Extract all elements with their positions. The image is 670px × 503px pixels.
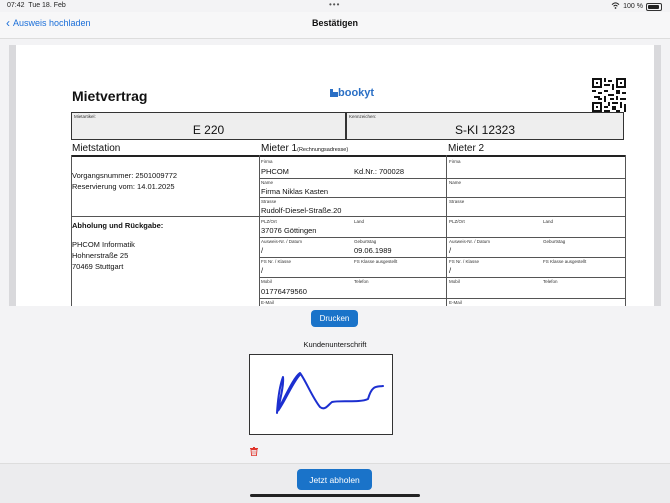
home-indicator[interactable] xyxy=(250,494,420,497)
ausweis-label: Ausweis-Nr. / Datum xyxy=(261,239,303,244)
station-city: 70469 Stuttgart xyxy=(72,262,124,271)
back-button[interactable]: ‹ Ausweis hochladen xyxy=(6,16,91,30)
multitask-dots[interactable]: ••• xyxy=(329,0,340,9)
signature-label: Kundenunterschrift xyxy=(303,340,367,349)
signature-stroke xyxy=(276,372,384,414)
table-rule xyxy=(259,298,626,299)
wifi-icon xyxy=(611,2,620,11)
m1-ausweis: / xyxy=(261,246,264,255)
geburtstag-label: Geburtstag xyxy=(354,239,377,244)
trash-icon[interactable] xyxy=(250,443,258,457)
m1-kdnr: Kd.Nr.: 700028 xyxy=(354,167,405,176)
table-rule xyxy=(259,197,626,198)
m2-mobil-label: Mobil xyxy=(449,279,460,284)
bookyt-logo: bookyt xyxy=(330,87,374,99)
strasse-label: Strasse xyxy=(261,199,277,204)
m2-name-label: Name xyxy=(449,180,462,185)
chevron-left-icon: ‹ xyxy=(6,16,10,30)
table-rule xyxy=(259,178,626,179)
document-viewer[interactable]: Mietvertrag bookyt Mietartikel: E 220 Ke… xyxy=(9,45,661,306)
mobil-label: Mobil xyxy=(261,279,272,284)
nav-bar: Bestätigen ‹ Ausweis hochladen xyxy=(0,12,670,39)
kennzeichen-label: Kennzeichen: xyxy=(349,114,377,119)
m1-name: Firma Niklas Kasten xyxy=(261,187,329,196)
name-label: Name xyxy=(261,180,274,185)
m2-fs-label: FS Nr. / Klasse xyxy=(449,259,480,264)
m2-strasse-label: Strasse xyxy=(449,199,465,204)
back-label: Ausweis hochladen xyxy=(13,18,91,28)
table-rule xyxy=(259,216,626,217)
m2-land-label: Land xyxy=(543,219,554,224)
station-name: PHCOM Informatik xyxy=(72,240,135,249)
abholung-heading: Abholung und Rückgabe: xyxy=(72,221,164,230)
firma-label: Firma xyxy=(261,159,273,164)
m1-plzort: 37076 Göttingen xyxy=(261,226,317,235)
table-rule xyxy=(71,216,259,217)
mietartikel-box: Mietartikel: E 220 xyxy=(71,112,346,140)
page-title: Bestätigen xyxy=(311,18,358,28)
m2-firma-label: Firma xyxy=(449,159,461,164)
m2-telefon-label: Telefon xyxy=(543,279,558,284)
qr-code-icon xyxy=(592,78,626,112)
document-title: Mietvertrag xyxy=(72,88,148,104)
plzort-label: PLZ/Ort xyxy=(261,219,277,224)
m1-mobil: 01776479560 xyxy=(261,287,307,296)
mietartikel-value: E 220 xyxy=(192,123,225,137)
print-button[interactable]: Drucken xyxy=(311,310,358,327)
m1-fs: / xyxy=(261,266,264,275)
email-label: E-Mail xyxy=(261,300,274,305)
mietartikel-label: Mietartikel: xyxy=(74,114,96,119)
m2-ausweis-label: Ausweis-Nr. / Datum xyxy=(449,239,491,244)
m2-fs-klasse-label: FS Klasse ausgestellt xyxy=(543,259,587,264)
m1-geburtstag: 09.06.1989 xyxy=(354,246,392,255)
kennzeichen-box: Kennzeichen: S-KI 12323 xyxy=(346,112,624,140)
m2-fs: / xyxy=(449,266,452,275)
table-rule xyxy=(259,277,626,278)
m2-geburtstag-label: Geburtstag xyxy=(543,239,566,244)
telefon-label: Telefon xyxy=(354,279,369,284)
reservierung-date: Reservierung vom: 14.01.2025 xyxy=(72,182,175,191)
m2-plzort-label: PLZ/Ort xyxy=(449,219,465,224)
status-bar: 07:42 Tue 18. Feb ••• 100 % xyxy=(0,0,670,12)
station-street: Hohnerstraße 25 xyxy=(72,251,129,260)
table-rule xyxy=(259,257,626,258)
status-time: 07:42 Tue 18. Feb xyxy=(7,2,66,9)
m2-ausweis: / xyxy=(449,246,452,255)
signature-pad[interactable] xyxy=(249,354,393,435)
battery-percent: 100 % xyxy=(623,3,643,10)
fs-klasse-label: FS Klasse ausgestellt xyxy=(354,259,398,264)
mieter1-heading: Mieter 1(Rechnungsadresse) xyxy=(261,143,349,154)
mieter2-heading: Mieter 2 xyxy=(448,143,485,154)
kennzeichen-value: S-KI 12323 xyxy=(454,123,516,137)
m2-email-label: E-Mail xyxy=(449,300,462,305)
jetzt-abholen-button[interactable]: Jetzt abholen xyxy=(297,469,372,490)
m1-strasse: Rudolf-Diesel-Straße.20 xyxy=(261,206,342,215)
fs-label: FS Nr. / Klasse xyxy=(261,259,292,264)
contract-page: Mietvertrag bookyt Mietartikel: E 220 Ke… xyxy=(16,45,654,306)
table-top-rule xyxy=(71,155,626,157)
mietstation-heading: Mietstation xyxy=(72,143,121,154)
table-rule xyxy=(259,237,626,238)
vorgangsnummer: Vorgangsnummer: 2501009772 xyxy=(72,171,178,180)
m1-firma: PHCOM xyxy=(261,167,289,176)
status-right: 100 % xyxy=(611,2,662,11)
battery-icon xyxy=(646,2,662,11)
land-label: Land xyxy=(354,219,365,224)
